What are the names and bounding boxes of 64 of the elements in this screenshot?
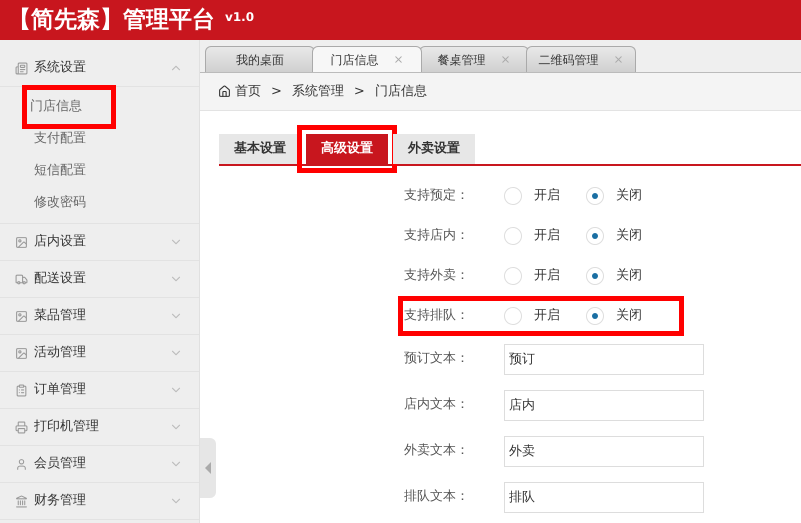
settings-tab[interactable]: 高级设置: [306, 134, 388, 164]
radio-button[interactable]: [586, 187, 604, 205]
radio-button[interactable]: [504, 187, 522, 205]
breadcrumb-separator: >: [354, 82, 365, 101]
app-title: 【简先森】管理平台: [8, 6, 215, 35]
radio-option[interactable]: 开启: [504, 226, 586, 246]
sidebar-menu-item[interactable]: 打印机管理: [0, 409, 199, 445]
triangle-left-icon: [205, 462, 211, 474]
breadcrumb-separator: >: [271, 82, 282, 101]
radio-option[interactable]: 开启: [504, 306, 586, 326]
page-tab[interactable]: 门店信息: [312, 46, 422, 72]
menu-icon: [15, 272, 28, 286]
menu-icon: [15, 458, 28, 470]
menu-icon: [15, 236, 28, 248]
field-label: 店内文本：: [404, 396, 470, 414]
text-field[interactable]: 店内: [504, 390, 704, 420]
sidebar-menu-item[interactable]: 配送设置: [0, 261, 199, 297]
text-field[interactable]: 外卖: [504, 436, 704, 466]
menu-icon: [15, 310, 28, 322]
radio-button[interactable]: [586, 307, 604, 325]
menu-icon: [15, 384, 28, 396]
close-icon[interactable]: [392, 54, 404, 65]
sidebar-menu-item[interactable]: 财务管理: [0, 483, 199, 519]
radio-option[interactable]: 关闭: [586, 186, 668, 206]
field-label: 支持预定：: [404, 187, 470, 206]
radio-option[interactable]: 关闭: [586, 226, 668, 246]
page-tab[interactable]: 二维码管理: [526, 46, 636, 72]
version-label: v1.0: [225, 9, 254, 26]
sidebar-menu-item[interactable]: 活动管理: [0, 335, 199, 371]
close-icon[interactable]: [500, 54, 510, 65]
text-field[interactable]: 排队: [504, 482, 704, 512]
menu-icon: [15, 420, 28, 434]
collapse-handle[interactable]: [200, 438, 216, 498]
sidebar-menu-item[interactable]: 系统设置: [0, 50, 199, 86]
radio-button[interactable]: [586, 227, 604, 245]
field-label: 外卖文本：: [404, 442, 470, 460]
sidebar-menu-item[interactable]: 店内设置: [0, 224, 199, 260]
radio-button[interactable]: [504, 307, 522, 325]
home-icon: [218, 85, 231, 98]
field-label: 支持店内：: [404, 227, 470, 246]
radio-option[interactable]: 开启: [504, 186, 586, 206]
page-tab[interactable]: 我的桌面: [205, 46, 315, 72]
radio-button[interactable]: [504, 267, 522, 285]
field-label: 支持排队：: [404, 307, 470, 326]
close-icon[interactable]: [612, 54, 624, 65]
menu-icon: [15, 346, 28, 360]
text-field[interactable]: 预订: [504, 344, 704, 374]
field-label: 支持外卖：: [404, 267, 470, 286]
menu-icon: [15, 494, 28, 508]
sidebar-menu-item[interactable]: 订单管理: [0, 372, 199, 408]
radio-option[interactable]: 关闭: [586, 266, 668, 286]
radio-option[interactable]: 关闭: [586, 306, 668, 326]
breadcrumb-link[interactable]: 系统管理: [292, 82, 344, 102]
breadcrumb-link[interactable]: 首页: [235, 82, 261, 102]
sidebar-menu-item[interactable]: 会员管理: [0, 446, 199, 482]
sidebar-menu-item[interactable]: 菜品管理: [0, 298, 199, 334]
page-tab[interactable]: 餐桌管理: [419, 46, 529, 72]
radio-option[interactable]: 开启: [504, 266, 586, 286]
menu-icon: [15, 62, 28, 74]
radio-button[interactable]: [504, 227, 522, 245]
field-label: 预订文本：: [404, 350, 470, 368]
radio-button[interactable]: [586, 267, 604, 285]
field-label: 排队文本：: [404, 488, 470, 506]
settings-tab[interactable]: 外卖设置: [393, 134, 475, 164]
